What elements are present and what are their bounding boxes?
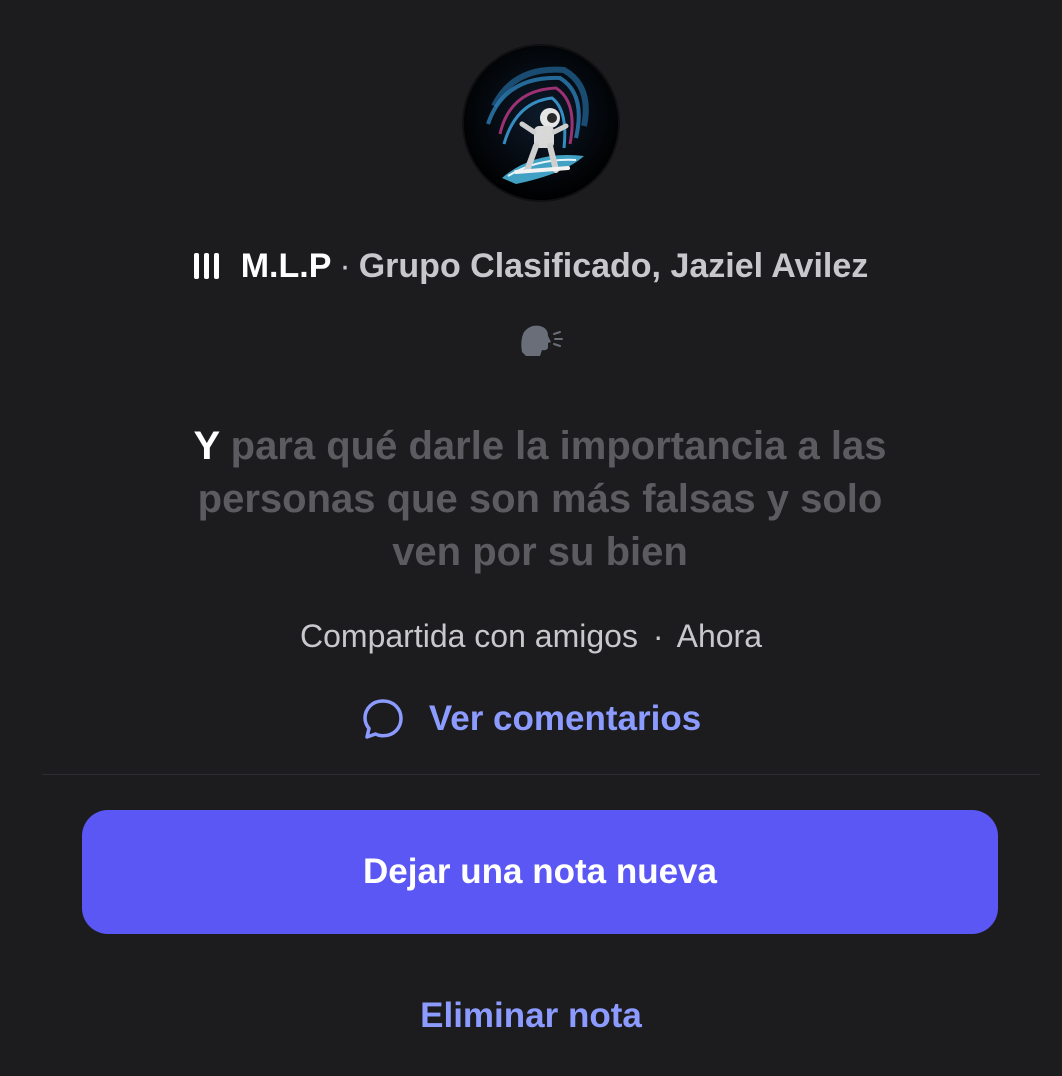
speech-bubble-icon — [363, 699, 403, 739]
music-separator: · — [339, 246, 351, 285]
new-note-button[interactable]: Dejar una nota nueva — [82, 810, 998, 934]
avatar[interactable] — [464, 46, 618, 200]
song-title: M.L.P — [240, 246, 332, 285]
note-text: Y para qué darle la importancia a las pe… — [180, 420, 900, 579]
speaking-head-icon — [521, 325, 563, 356]
astronaut-surfing-wave-avatar — [464, 46, 618, 200]
note-sheet: M.L.P · Grupo Clasificado, Jaziel Avilez… — [0, 0, 1062, 1076]
audience-label: Compartida con amigos — [300, 618, 638, 654]
view-comments-link[interactable]: Ver comentarios — [0, 692, 1062, 746]
view-comments-label: Ver comentarios — [428, 699, 702, 738]
delete-note-button[interactable]: Eliminar nota — [0, 996, 1062, 1036]
note-meta: Compartida con amigos · Ahora — [0, 618, 1062, 655]
meta-separator: · — [652, 618, 664, 654]
note-first-word: Y — [193, 424, 220, 468]
note-body: para qué darle la importancia a las pers… — [197, 424, 887, 574]
equalizer-bars-icon — [193, 252, 219, 280]
song-artists: Grupo Clasificado, Jaziel Avilez — [358, 246, 869, 285]
timestamp: Ahora — [676, 618, 762, 654]
divider — [42, 774, 1040, 775]
music-row[interactable]: M.L.P · Grupo Clasificado, Jaziel Avilez — [0, 242, 1062, 290]
new-note-button-label: Dejar una nota nueva — [363, 852, 717, 891]
